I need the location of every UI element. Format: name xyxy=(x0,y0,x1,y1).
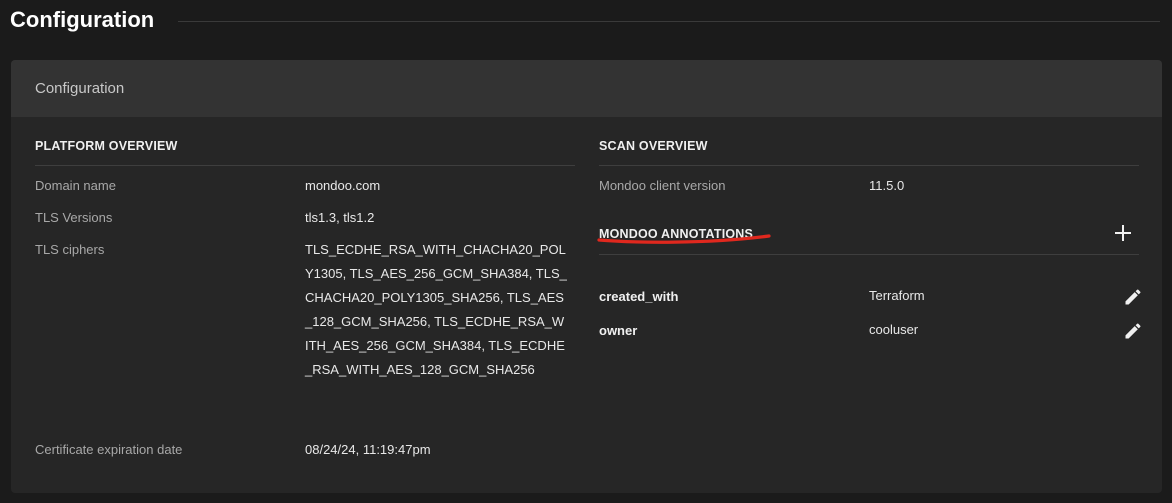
mondoo-annotations-header: MONDOO ANNOTATIONS xyxy=(597,209,1139,255)
plus-icon xyxy=(1115,225,1131,241)
tls-versions-label: TLS Versions xyxy=(35,210,113,225)
edit-annotation-button[interactable] xyxy=(1121,319,1145,343)
annotation-value: cooluser xyxy=(869,322,919,337)
card-header: Configuration xyxy=(11,60,1162,117)
tls-ciphers-label: TLS ciphers xyxy=(35,242,105,257)
edit-annotation-button[interactable] xyxy=(1121,285,1145,309)
certificate-expiration-value: 08/24/24, 11:19:47pm xyxy=(305,442,431,457)
page-header: Configuration xyxy=(10,0,1160,40)
mondoo-annotations-heading: MONDOO ANNOTATIONS xyxy=(599,227,754,241)
page-title: Configuration xyxy=(10,7,155,32)
header-divider xyxy=(178,20,1160,22)
configuration-card: Configuration PLATFORM OVERVIEW Domain n… xyxy=(11,60,1162,493)
annotation-key: owner xyxy=(599,323,638,338)
annotation-key: created_with xyxy=(599,289,679,304)
domain-name-label: Domain name xyxy=(35,178,116,193)
pencil-icon xyxy=(1125,323,1141,339)
tls-versions-value: tls1.3, tls1.2 xyxy=(305,210,375,225)
platform-overview-header: PLATFORM OVERVIEW xyxy=(35,117,575,166)
certificate-expiration-label: Certificate expiration date xyxy=(35,442,183,457)
scan-overview-header: SCAN OVERVIEW xyxy=(599,117,1139,166)
scan-overview-heading: SCAN OVERVIEW xyxy=(599,139,708,153)
annotation-value: Terraform xyxy=(869,288,925,303)
platform-overview-heading: PLATFORM OVERVIEW xyxy=(35,139,178,153)
mondoo-client-version-label: Mondoo client version xyxy=(599,178,726,193)
add-annotation-button[interactable] xyxy=(1111,221,1135,245)
pencil-icon xyxy=(1125,289,1141,305)
domain-name-value: mondoo.com xyxy=(305,178,381,193)
scan-overview-section: SCAN OVERVIEW Mondoo client version 11.5… xyxy=(597,117,1141,493)
platform-overview-section: PLATFORM OVERVIEW Domain name mondoo.com… xyxy=(35,117,575,493)
tls-ciphers-value: TLS_ECDHE_RSA_WITH_CHACHA20_POLY1305, TL… xyxy=(305,242,567,377)
card-title: Configuration xyxy=(35,80,125,97)
mondoo-client-version-value: 11.5.0 xyxy=(869,178,905,193)
